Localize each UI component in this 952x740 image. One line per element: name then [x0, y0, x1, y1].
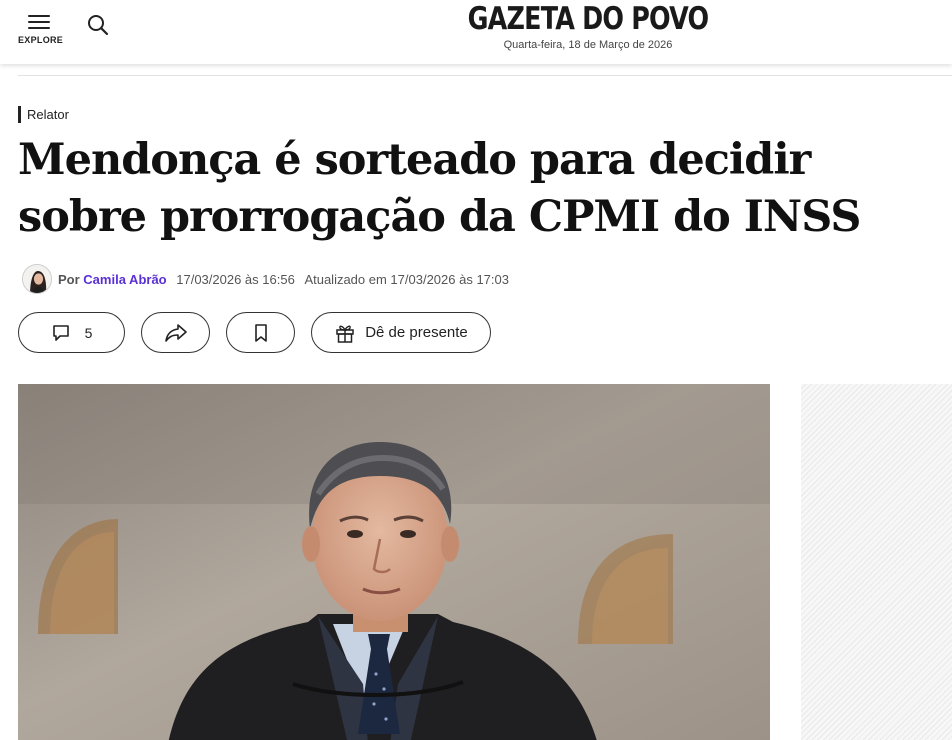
site-brand[interactable]: GAZETA DO POVO Quarta-feira, 18 de Março… [420, 0, 756, 60]
hamburger-menu-icon [28, 15, 50, 31]
article-headline: Mendonça é sorteado para decidir sobre p… [18, 135, 861, 242]
gift-icon [336, 325, 354, 343]
bookmark-button[interactable] [226, 312, 295, 353]
site-logo[interactable]: GAZETA DO POVO [450, 1, 726, 37]
gift-article-button[interactable]: Dê de presente [311, 312, 491, 353]
author-photo [23, 265, 51, 293]
advertisement-placeholder [801, 384, 952, 740]
article-kicker[interactable]: Relator [18, 106, 69, 123]
share-button[interactable] [141, 312, 210, 353]
portrait-photo [18, 384, 770, 740]
comment-icon [52, 324, 69, 341]
comments-button[interactable]: 5 [18, 312, 125, 353]
search-icon [88, 15, 109, 36]
byline-prefix: Por [58, 272, 80, 287]
site-header: EXPLORE GAZETA DO POVO Quarta-feira, 18 … [0, 0, 952, 64]
byline-text: Por Camila Abrão 17/03/2026 às 16:56 Atu… [58, 272, 509, 287]
published-time: 17/03/2026 às 16:56 [176, 272, 295, 287]
explore-label: EXPLORE [18, 35, 64, 45]
comments-count: 5 [84, 324, 93, 341]
updated-time: Atualizado em 17/03/2026 às 17:03 [304, 272, 509, 287]
bookmark-icon [254, 323, 267, 342]
explore-menu-button[interactable]: EXPLORE [18, 12, 64, 48]
article-byline: Por Camila Abrão 17/03/2026 às 16:56 Atu… [22, 264, 722, 296]
article-main-image[interactable] [18, 384, 770, 740]
author-link[interactable]: Camila Abrão [83, 272, 166, 287]
header-divider [18, 75, 952, 76]
current-date: Quarta-feira, 18 de Março de 2026 [503, 39, 673, 51]
share-icon [164, 323, 187, 342]
search-button[interactable] [86, 13, 110, 37]
gift-label: Dê de presente [365, 324, 468, 341]
author-avatar[interactable] [22, 264, 52, 294]
